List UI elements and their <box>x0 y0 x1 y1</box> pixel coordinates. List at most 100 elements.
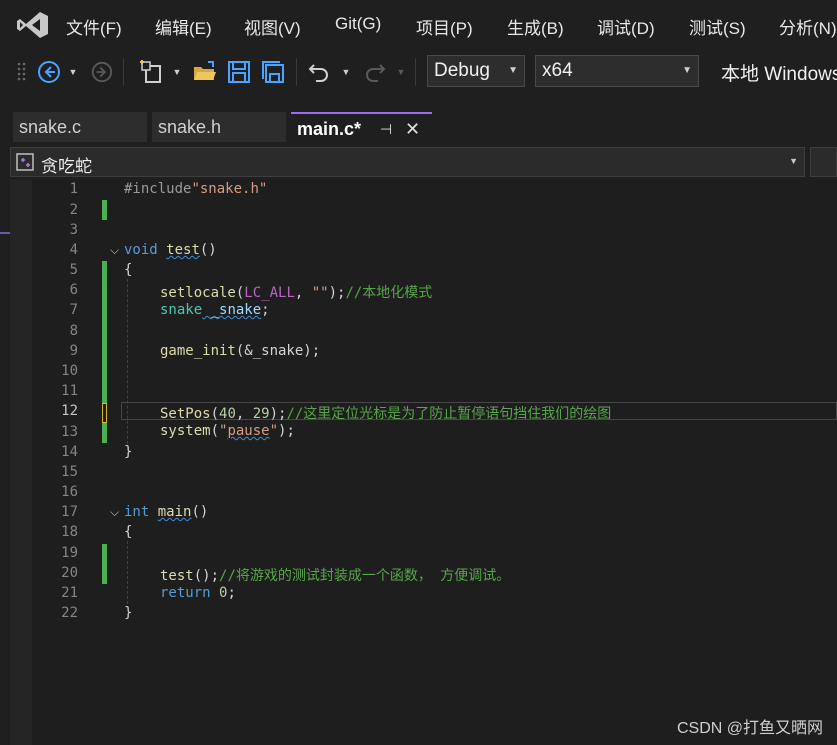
code-line-7: snake _snake; <box>160 302 270 318</box>
unsaved-change-indicator <box>102 403 107 423</box>
tab-label: snake.c <box>19 117 82 137</box>
new-project-icon[interactable] <box>138 58 166 86</box>
brace: { <box>124 524 133 540</box>
watermark: CSDN @打鱼又晒网 <box>676 720 823 737</box>
function-call: test <box>160 568 194 584</box>
code-line-5: { <box>124 262 132 278</box>
number-literal: 40 <box>219 406 236 422</box>
function-call: game_init <box>160 343 236 359</box>
new-item-dropdown-icon[interactable]: ▼ <box>172 58 182 86</box>
keyword: int <box>124 504 150 520</box>
line-number: 21 <box>61 585 78 601</box>
menu-debug[interactable]: 调试(D) <box>597 14 655 39</box>
string-literal: pause <box>227 423 270 439</box>
menu-git[interactable]: Git(G) <box>335 14 381 34</box>
change-indicator <box>102 544 107 584</box>
punctuation: ; <box>261 302 270 318</box>
brace: { <box>124 262 133 278</box>
member-navigation-dropdown[interactable] <box>810 147 837 177</box>
tab-snake-h[interactable]: snake.h <box>152 112 286 142</box>
punctuation: () <box>191 504 209 520</box>
menu-view[interactable]: 视图(V) <box>244 14 301 39</box>
function-call: SetPos <box>160 406 211 422</box>
line-number: 9 <box>69 343 78 359</box>
open-folder-icon[interactable] <box>192 58 218 86</box>
keyword: void <box>124 242 158 258</box>
menu-analyze[interactable]: 分析(N) <box>779 14 837 39</box>
menu-build[interactable]: 生成(B) <box>507 14 564 39</box>
preprocessor-directive: #include <box>124 181 192 197</box>
arguments: (&_snake); <box>235 343 321 359</box>
toolbar-separator <box>415 58 416 86</box>
chevron-down-icon: ▼ <box>789 156 798 166</box>
configuration-dropdown[interactable]: Debug ▼ <box>427 55 525 87</box>
save-icon[interactable] <box>226 58 252 86</box>
code-line-4: void test() <box>124 242 217 258</box>
menu-edit[interactable]: 编辑(E) <box>155 14 212 39</box>
code-line-20: test();//将游戏的测试封装成一个函数， 方便调试。 <box>160 565 510 585</box>
undo-icon[interactable] <box>306 58 332 86</box>
tab-label: main.c* <box>297 119 362 139</box>
redo-icon[interactable] <box>362 58 388 86</box>
type-name: snake <box>160 302 203 318</box>
include-file: "snake.h" <box>191 181 268 197</box>
line-number: 10 <box>61 363 78 379</box>
project-icon <box>16 153 34 171</box>
line-number: 13 <box>61 424 78 440</box>
menu-file[interactable]: 文件(F) <box>66 14 122 39</box>
line-number: 6 <box>69 282 78 298</box>
comment: //这里定位光标是为了防止暂停语句挡住我们的绘图 <box>286 406 612 422</box>
brace: } <box>124 444 133 460</box>
fold-toggle-icon[interactable]: ⌵ <box>110 243 119 258</box>
tab-label: snake.h <box>158 117 222 137</box>
fold-toggle-icon[interactable]: ⌵ <box>110 505 119 520</box>
back-history-dropdown-icon[interactable]: ▼ <box>68 58 78 86</box>
line-number: 4 <box>69 242 78 258</box>
visual-studio-logo-icon[interactable] <box>16 10 50 40</box>
comment: //将游戏的测试封装成一个函数， 方便调试。 <box>219 568 511 584</box>
code-line-14: } <box>124 444 132 460</box>
close-icon[interactable]: ✕ <box>405 114 420 144</box>
indent-guide <box>127 541 128 604</box>
punctuation: , <box>235 406 253 422</box>
start-debugging-button[interactable]: 本地 Windows <box>714 58 837 86</box>
toolbar-grip-icon[interactable] <box>16 58 28 86</box>
tab-main-c[interactable]: main.c* ⊣ ✕ <box>291 112 432 142</box>
undo-dropdown-icon[interactable]: ▼ <box>341 58 351 86</box>
navigate-back-icon[interactable] <box>36 58 62 86</box>
save-all-icon[interactable] <box>260 58 286 86</box>
tab-snake-c[interactable]: snake.c <box>13 112 147 142</box>
change-indicator <box>102 261 107 403</box>
code-line-1: #include"snake.h" <box>124 181 267 197</box>
code-line-22: } <box>124 605 132 621</box>
project-navigation-dropdown[interactable]: 贪吃蛇 ▼ <box>10 147 805 177</box>
editor-margin <box>10 180 32 745</box>
toolbar: ▼ ▼ ▼ ▼ Debug ▼ x64 ▼ 本地 Windows <box>0 52 837 92</box>
pin-icon[interactable]: ⊣ <box>380 114 392 144</box>
macro: LC_ALL <box>244 285 295 301</box>
menu-project[interactable]: 项目(P) <box>416 14 473 39</box>
chevron-down-icon: ▼ <box>508 65 518 76</box>
punctuation: ( <box>210 406 220 422</box>
redo-dropdown-icon[interactable]: ▼ <box>396 58 406 86</box>
punctuation: , <box>294 285 312 301</box>
document-tab-strip: snake.c snake.h main.c* ⊣ ✕ <box>0 92 837 234</box>
function-call: setlocale <box>160 285 236 301</box>
comment: //本地化模式 <box>345 285 433 301</box>
punctuation: () <box>199 242 217 258</box>
line-number: 19 <box>61 545 78 561</box>
keyword: return <box>160 585 211 601</box>
line-number: 15 <box>61 464 78 480</box>
string-quote: " <box>269 423 279 439</box>
code-line-6: setlocale(LC_ALL, "");//本地化模式 <box>160 282 432 302</box>
line-number: 17 <box>61 504 78 520</box>
line-number: 8 <box>69 323 78 339</box>
menu-bar: 文件(F) 编辑(E) 视图(V) Git(G) 项目(P) 生成(B) 调试(… <box>0 0 837 52</box>
navigate-forward-icon[interactable] <box>90 58 114 86</box>
menu-test[interactable]: 测试(S) <box>689 14 746 39</box>
code-editor[interactable] <box>10 180 837 745</box>
platform-value: x64 <box>542 60 573 81</box>
code-line-18: { <box>124 524 132 540</box>
platform-dropdown[interactable]: x64 ▼ <box>535 55 699 87</box>
line-number: 16 <box>61 484 78 500</box>
